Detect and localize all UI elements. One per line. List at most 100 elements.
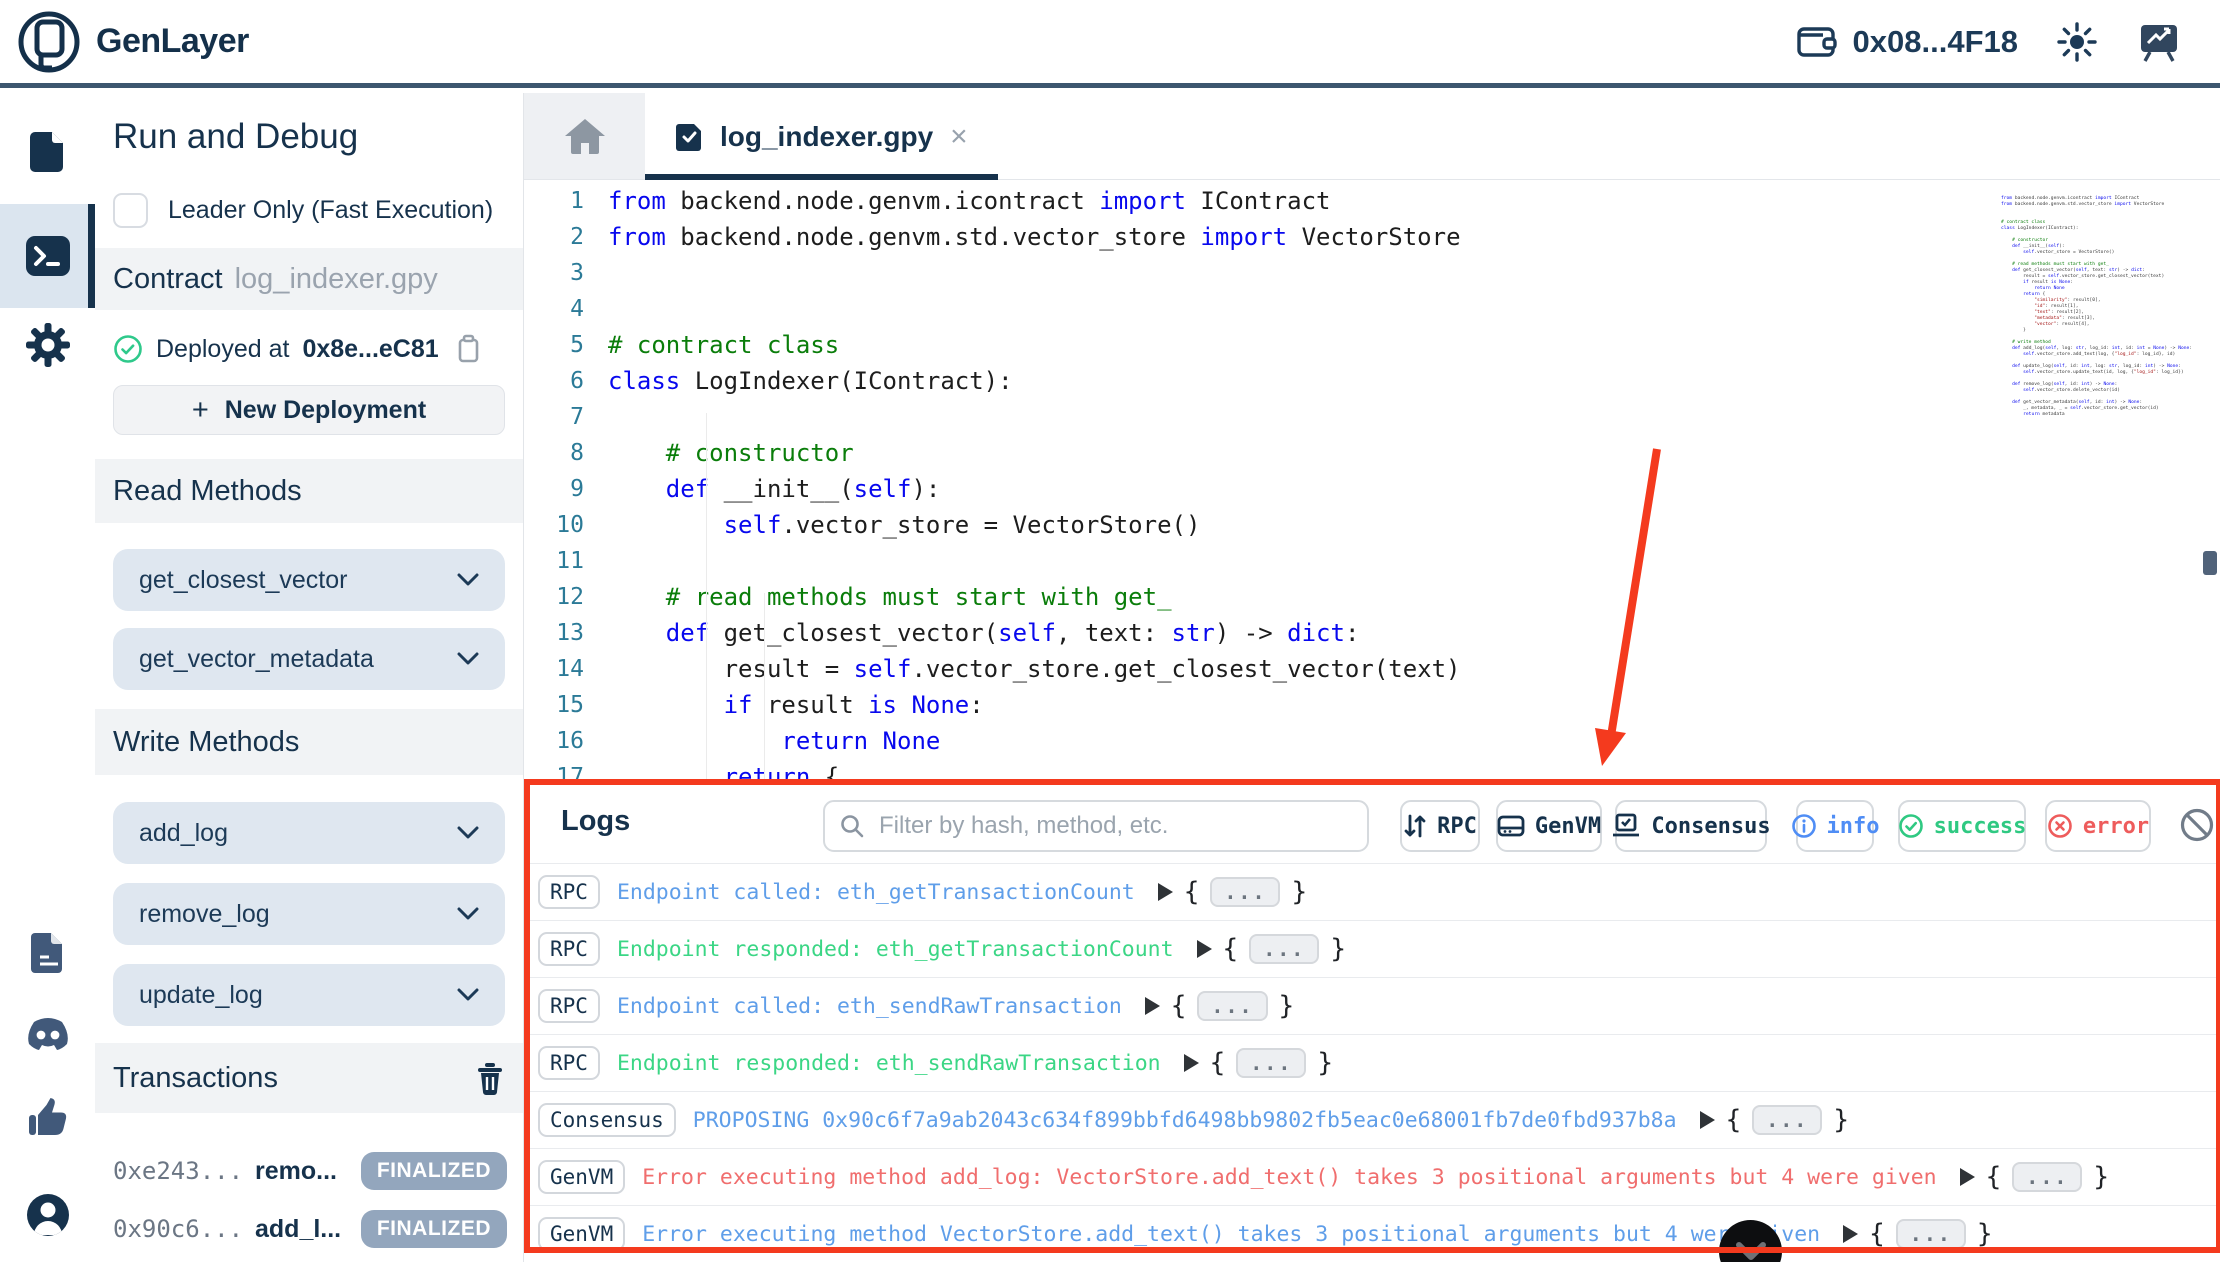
log-list: RPC Endpoint called: eth_getTransactionC… [524, 863, 2220, 1262]
home-icon [563, 116, 607, 156]
deployed-prefix: Deployed at [156, 334, 290, 363]
log-expander[interactable]: { ... } [1699, 1105, 1849, 1135]
read-method-get_vector_metadata[interactable]: get_vector_metadata [113, 628, 505, 690]
chevron-down-icon [457, 826, 479, 839]
table-row[interactable]: 0x90c6... add_l... FINALIZED [113, 1207, 507, 1251]
editor-tab-bar: log_indexer.gpy × [524, 93, 2220, 180]
code-lines: from backend.node.genvm.icontract import… [608, 187, 1461, 780]
log-expander[interactable]: { ... } [1843, 1219, 1993, 1249]
log-source-badge: RPC [538, 1046, 600, 1080]
log-row[interactable]: RPC Endpoint called: eth_getTransactionC… [524, 863, 2220, 920]
sidebar-item-account[interactable] [0, 1163, 95, 1262]
wallet-address-text: 0x08...4F18 [1852, 23, 2018, 59]
tx-hash: 0xe243... [113, 1157, 244, 1185]
theme-toggle-sun-icon[interactable] [2056, 21, 2098, 63]
log-row[interactable]: RPC Endpoint responded: eth_getTransacti… [524, 920, 2220, 977]
chevron-down-icon [457, 652, 479, 665]
indent-guide [764, 593, 765, 780]
ellipsis-chip[interactable]: ... [1249, 934, 1320, 964]
app-header: GenLayer 0x08...4F18 [0, 0, 2220, 88]
new-deployment-button[interactable]: + New Deployment [113, 385, 505, 435]
write-method-add_log[interactable]: add_log [113, 802, 505, 864]
log-source-badge: RPC [538, 875, 600, 909]
ellipsis-chip[interactable]: ... [1210, 877, 1281, 907]
logs-title: Logs [561, 805, 631, 837]
ellipsis-chip[interactable]: ... [2012, 1162, 2083, 1192]
tx-hash: 0x90c6... [113, 1215, 244, 1243]
code-editor: log_indexer.gpy × 1 2 3 4 5 6 7 8 9 10 11 12 13 14 15 1… [524, 93, 2220, 780]
circle-slash-icon [2178, 806, 2216, 844]
leader-only-checkbox[interactable] [113, 193, 148, 228]
log-row[interactable]: RPC Endpoint called: eth_sendRawTransact… [524, 977, 2220, 1034]
log-expander[interactable]: { ... } [1157, 877, 1307, 907]
tx-method: remo... [255, 1156, 337, 1185]
file-icon [26, 127, 70, 173]
transactions-header: Transactions [95, 1043, 523, 1113]
logs-panel: Logs RPC [524, 780, 2220, 1262]
home-tab[interactable] [524, 93, 646, 179]
filter-info-button[interactable]: info [1791, 800, 1880, 852]
log-row[interactable]: GenVM Error executing method add_log: Ve… [524, 1148, 2220, 1205]
genlayer-studio: GenLayer 0x08...4F18 Run and Debug Leade… [0, 0, 2220, 1262]
copy-icon[interactable] [452, 333, 482, 365]
tutorial-board-icon[interactable] [2136, 19, 2182, 65]
write-method-remove_log[interactable]: remove_log [113, 883, 505, 945]
log-message: Endpoint called: eth_sendRawTransaction [616, 993, 1122, 1019]
log-row[interactable]: GenVM Error executing method VectorStore… [524, 1205, 2220, 1262]
search-input[interactable] [877, 811, 1353, 841]
wallet-address[interactable]: 0x08...4F18 [1795, 20, 2018, 64]
ellipsis-chip[interactable]: ... [1752, 1105, 1823, 1135]
triangle-right-icon [1183, 1054, 1199, 1072]
info-icon [1791, 813, 1817, 839]
log-row[interactable]: Consensus PROPOSING 0x90c6f7a9ab2043c634… [524, 1091, 2220, 1148]
write-methods-header: Write Methods [95, 709, 523, 775]
filter-error-button[interactable]: error [2045, 800, 2151, 852]
run-debug-panel: Run and Debug Leader Only (Fast Executio… [95, 93, 524, 1262]
log-source-badge: GenVM [538, 1217, 626, 1251]
discord-icon [24, 1016, 72, 1054]
deployed-address: 0x8e...eC81 [302, 334, 439, 363]
logs-filter[interactable] [823, 800, 1369, 852]
log-expander[interactable]: { ... } [1196, 934, 1346, 964]
docs-icon [27, 929, 69, 975]
triangle-right-icon [1959, 1168, 1975, 1186]
contract-section-header: Contract log_indexer.gpy [95, 248, 523, 310]
log-expander[interactable]: { ... } [1144, 991, 1294, 1021]
brand-name: GenLayer [96, 22, 249, 60]
triangle-right-icon [1843, 1225, 1859, 1243]
code-area[interactable]: 1 2 3 4 5 6 7 8 9 10 11 12 13 14 15 16 17 from backend.n… [524, 180, 2000, 780]
log-message: PROPOSING 0x90c6f7a9ab2043c634f899bbfd64… [692, 1107, 1677, 1133]
table-row[interactable]: 0xe243... remo... FINALIZED [113, 1149, 507, 1193]
minimap[interactable]: from backend.node.genvm.icontract import… [2001, 196, 2211, 418]
contract-label: Contract [113, 262, 223, 295]
filter-rpc-button[interactable]: RPC [1400, 800, 1480, 852]
deployed-status: Deployed at 0x8e...eC81 [113, 333, 482, 365]
log-message: Endpoint responded: eth_getTransactionCo… [616, 936, 1174, 962]
brand[interactable]: GenLayer [16, 9, 249, 75]
filter-success-button[interactable]: success [1898, 800, 2026, 852]
log-message: Endpoint called: eth_getTransactionCount [616, 879, 1135, 905]
write-method-update_log[interactable]: update_log [113, 964, 505, 1026]
indent-guide [706, 413, 707, 780]
ellipsis-chip[interactable]: ... [1895, 1219, 1966, 1249]
read-method-get_closest_vector[interactable]: get_closest_vector [113, 549, 505, 611]
ellipsis-chip[interactable]: ... [1236, 1048, 1307, 1078]
check-circle-icon [113, 334, 143, 364]
clear-logs-button[interactable] [2177, 805, 2217, 845]
avatar [24, 1191, 72, 1239]
trash-icon[interactable] [475, 1061, 505, 1095]
close-icon[interactable]: × [950, 121, 968, 152]
x-circle-icon [2047, 813, 2073, 839]
sidebar-item-feedback[interactable] [0, 1066, 95, 1170]
ellipsis-chip[interactable]: ... [1197, 991, 1268, 1021]
filter-genvm-button[interactable]: GenVM [1496, 800, 1602, 852]
log-expander[interactable]: { ... } [1183, 1048, 1333, 1078]
laptop-check-icon [1611, 813, 1641, 839]
sidebar-item-settings[interactable] [0, 293, 95, 397]
log-row[interactable]: RPC Endpoint responded: eth_sendRawTrans… [524, 1034, 2220, 1091]
tab-log-indexer[interactable]: log_indexer.gpy × [645, 93, 998, 180]
filter-consensus-button[interactable]: Consensus [1613, 800, 1771, 852]
editor-scrollbar[interactable] [2203, 551, 2217, 575]
log-expander[interactable]: { ... } [1959, 1162, 2109, 1192]
sidebar-item-files[interactable] [0, 98, 95, 202]
